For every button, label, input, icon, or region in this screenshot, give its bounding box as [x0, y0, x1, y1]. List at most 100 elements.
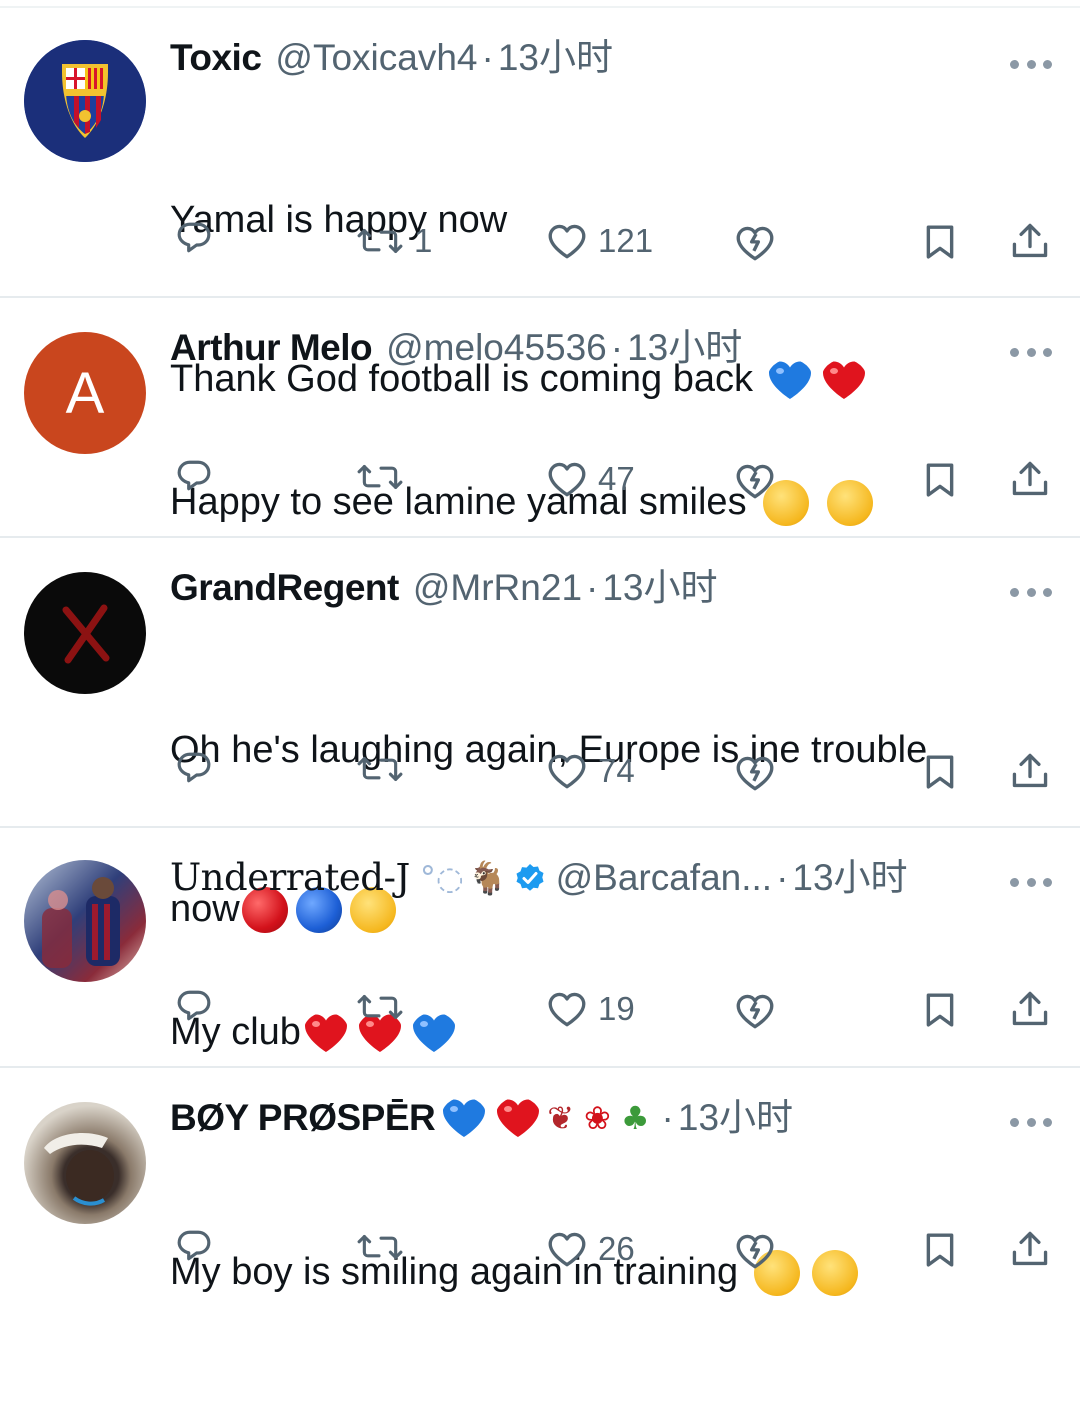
display-name[interactable]: Toxic — [170, 33, 262, 83]
dislike-button[interactable] — [734, 224, 776, 262]
separator-dot: · — [776, 857, 789, 898]
tweet[interactable]: GrandRegent @MrRn21 · 13小时 Oh he's laugh… — [0, 538, 1080, 933]
separator-dot: · — [586, 567, 599, 608]
tweet[interactable]: BØY PRØSPĒR ❦ ❀ ♣ · 13小时 My boy is smili… — [0, 1068, 1080, 1308]
bookmark-button[interactable] — [922, 752, 958, 792]
reply-button[interactable] — [174, 750, 214, 786]
reply-icon — [177, 990, 211, 1021]
like-count: 74 — [598, 752, 635, 789]
retweet-button[interactable] — [356, 752, 404, 786]
more-options-icon[interactable] — [1010, 1116, 1052, 1128]
tweet-actions: 26 — [0, 1228, 1080, 1278]
bookmark-icon — [926, 463, 954, 497]
reply-button[interactable] — [174, 1228, 214, 1264]
avatar[interactable] — [24, 40, 146, 162]
tweet-header: Underrated-J °◌ 🐐 @Barcafan... · 13小时 — [170, 853, 980, 903]
display-name[interactable]: Underrated-J — [170, 853, 410, 903]
share-icon — [1012, 991, 1048, 1026]
reply-button[interactable] — [174, 988, 214, 1024]
like-button[interactable]: 74 — [546, 752, 635, 790]
share-button[interactable] — [1010, 222, 1050, 260]
bookmark-icon — [926, 993, 954, 1027]
share-button[interactable] — [1010, 990, 1050, 1028]
like-button[interactable]: 19 — [546, 990, 635, 1028]
timestamp[interactable]: 13小时 — [627, 323, 742, 373]
tweet-header: BØY PRØSPĒR ❦ ❀ ♣ · 13小时 — [170, 1093, 980, 1143]
more-options-icon[interactable] — [1010, 346, 1052, 358]
separator-dot: · — [610, 327, 624, 368]
reply-icon — [177, 222, 211, 253]
broken-heart-icon — [736, 1234, 774, 1269]
like-count: 19 — [598, 990, 635, 1027]
tweet[interactable]: Toxic @Toxicavh4 · 13小时 Yamal is happy n… — [0, 8, 1080, 400]
more-options-icon[interactable] — [1010, 58, 1052, 70]
retweet-icon — [357, 1234, 403, 1260]
dislike-button[interactable] — [734, 462, 776, 500]
player-photo-icon — [42, 877, 120, 968]
timestamp[interactable]: 13小时 — [498, 33, 613, 83]
like-button[interactable]: 26 — [546, 1230, 635, 1268]
retweet-count: 1 — [414, 222, 433, 259]
tweet[interactable]: Underrated-J °◌ 🐐 @Barcafan... · 13小时 My… — [0, 828, 1080, 1068]
fc-barcelona-crest-icon — [24, 40, 146, 162]
like-button[interactable]: 47 — [546, 460, 635, 498]
broken-heart-icon — [736, 226, 774, 261]
bookmark-icon — [926, 755, 954, 789]
rose-emoji-icon: ❀ — [584, 1099, 611, 1137]
display-name[interactable]: BØY PRØSPĒR — [170, 1093, 436, 1143]
reply-button[interactable] — [174, 220, 214, 256]
reply-button[interactable] — [174, 458, 214, 494]
dislike-button[interactable] — [734, 1232, 776, 1270]
more-options-icon[interactable] — [1010, 876, 1052, 888]
tweet-header: Arthur Melo @melo45536 · 13小时 — [170, 323, 980, 373]
avatar[interactable] — [24, 572, 146, 694]
reply-feed: Toxic @Toxicavh4 · 13小时 Yamal is happy n… — [0, 8, 1080, 1308]
red-x-logo-icon — [62, 604, 110, 664]
timestamp[interactable]: 13小时 — [602, 563, 717, 613]
separator-dot: · — [661, 1097, 674, 1138]
user-handle[interactable]: @Toxicavh4 — [275, 33, 477, 83]
heart-icon — [548, 462, 586, 497]
like-count: 47 — [598, 460, 635, 497]
timestamp[interactable]: 13小时 — [678, 1093, 793, 1143]
bookmark-icon — [926, 225, 954, 259]
display-name[interactable]: Arthur Melo — [170, 323, 373, 373]
share-button[interactable] — [1010, 460, 1050, 498]
tweet-actions: 47 — [0, 458, 1080, 508]
bookmark-button[interactable] — [922, 990, 958, 1030]
share-icon — [1012, 223, 1048, 258]
separator-dot: · — [481, 37, 494, 78]
avatar[interactable] — [24, 1102, 146, 1224]
user-handle[interactable]: @melo45536 — [386, 323, 607, 373]
retweet-icon — [357, 228, 403, 254]
share-button[interactable] — [1010, 752, 1050, 790]
bookmark-button[interactable] — [922, 222, 958, 262]
avatar[interactable]: A — [24, 332, 146, 454]
timestamp[interactable]: 13小时 — [792, 853, 907, 903]
user-handle[interactable]: @Barcafan... — [556, 853, 773, 903]
like-button[interactable]: 121 — [546, 222, 653, 260]
reply-icon — [177, 460, 211, 491]
retweet-button[interactable] — [356, 990, 404, 1024]
dislike-button[interactable] — [734, 992, 776, 1030]
retweet-button[interactable] — [356, 1230, 404, 1264]
reply-icon — [177, 1230, 211, 1261]
bookmark-button[interactable] — [922, 1230, 958, 1270]
dislike-button[interactable] — [734, 754, 776, 792]
retweet-button[interactable] — [356, 460, 404, 494]
blue-heart-emoji-icon — [443, 1099, 486, 1137]
share-icon — [1012, 461, 1048, 496]
retweet-button[interactable]: 1 — [356, 222, 432, 260]
share-icon — [1012, 1231, 1048, 1266]
reply-icon — [177, 752, 211, 783]
share-button[interactable] — [1010, 1230, 1050, 1268]
share-icon — [1012, 753, 1048, 788]
more-options-icon[interactable] — [1010, 586, 1052, 598]
bookmark-button[interactable] — [922, 460, 958, 500]
user-handle[interactable]: @MrRn21 — [413, 563, 582, 613]
display-name[interactable]: GrandRegent — [170, 563, 399, 613]
avatar[interactable] — [24, 860, 146, 982]
tweet[interactable]: A Arthur Melo @melo45536 · 13小时 Happy to… — [0, 298, 1080, 538]
tweet-header: Toxic @Toxicavh4 · 13小时 — [170, 33, 980, 83]
avatar-letter: A — [65, 360, 105, 426]
